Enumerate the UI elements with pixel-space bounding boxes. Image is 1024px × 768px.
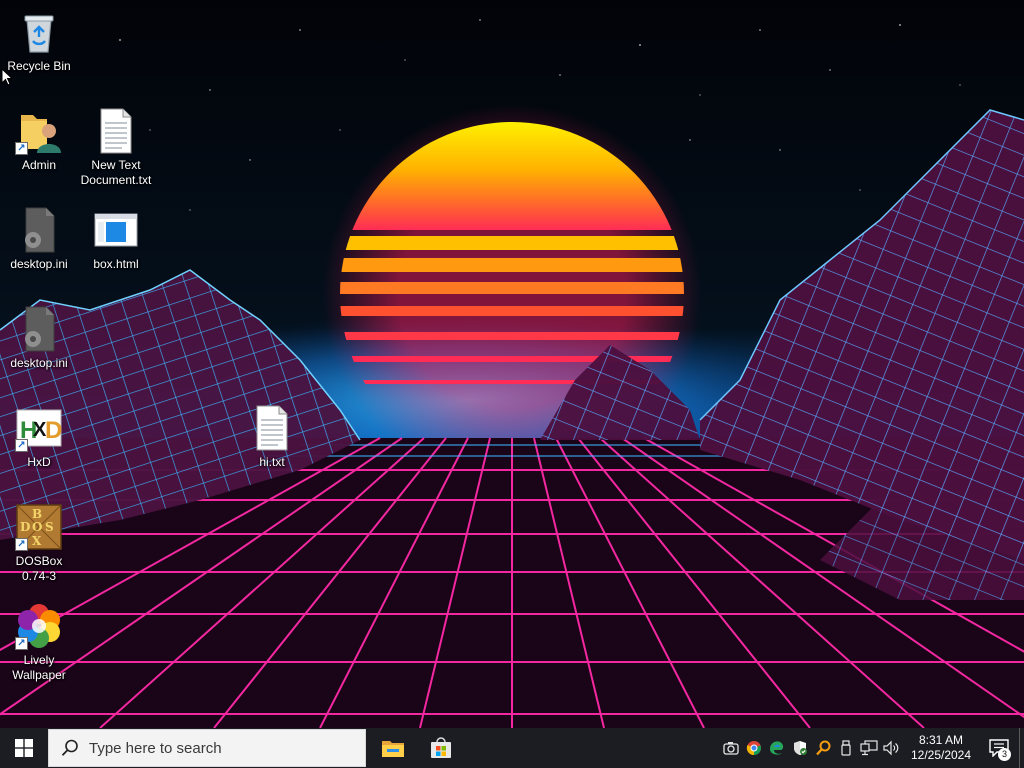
action-center-button[interactable]: 3	[979, 728, 1019, 768]
volume-icon[interactable]	[880, 728, 903, 768]
taskbar-clock[interactable]: 8:31 AM 12/25/2024	[903, 728, 979, 768]
dosbox-app-icon: B D O S X ↗	[15, 503, 63, 551]
desktop-icon-admin[interactable]: ↗ Admin	[1, 107, 77, 173]
svg-text:X: X	[32, 534, 42, 548]
svg-text:O: O	[32, 520, 42, 534]
settings-file-icon	[15, 305, 63, 353]
network-icon[interactable]	[857, 728, 880, 768]
usb-icon[interactable]	[834, 728, 857, 768]
html-file-icon	[92, 206, 140, 254]
user-folder-icon: ↗	[15, 107, 63, 155]
text-document-icon	[92, 107, 140, 155]
camera-icon[interactable]	[719, 728, 742, 768]
desktop-icon-label: HxD	[27, 455, 51, 469]
windows-logo-icon	[15, 739, 33, 757]
lively-wallpaper-app-icon: ↗	[15, 602, 63, 650]
mouse-cursor-icon	[1, 67, 14, 91]
taskbar-app-file-explorer[interactable]	[369, 728, 417, 768]
desktop-icon-desktop-ini-1[interactable]: desktop.ini	[1, 206, 77, 272]
desktop-icon-label: Recycle Bin	[7, 59, 71, 73]
taskbar-app-microsoft-store[interactable]	[417, 728, 465, 768]
svg-text:D: D	[20, 520, 30, 534]
desktop-icon-hi-txt[interactable]: hi.txt	[234, 404, 310, 470]
shortcut-arrow-icon: ↗	[15, 142, 28, 155]
search-tool-icon[interactable]	[811, 728, 834, 768]
recycle-bin-icon	[15, 8, 63, 56]
desktop-icon-new-text-document[interactable]: New Text Document.txt	[78, 107, 154, 188]
desktop-icon-label: desktop.ini	[10, 356, 68, 370]
edge-icon[interactable]	[765, 728, 788, 768]
chrome-icon[interactable]	[742, 728, 765, 768]
desktop-icon-label: Admin	[21, 158, 56, 172]
file-explorer-icon	[382, 741, 404, 757]
desktop-icon-recycle-bin[interactable]: Recycle Bin	[1, 8, 77, 74]
desktop-icon-label: hi.txt	[259, 455, 285, 469]
clock-time: 8:31 AM	[918, 733, 964, 747]
desktop-icon-label: DOSBox 0.74-3	[15, 554, 63, 583]
search-icon	[61, 739, 78, 756]
settings-file-icon	[15, 206, 63, 254]
svg-text:S: S	[45, 520, 54, 534]
shortcut-arrow-icon: ↗	[15, 637, 28, 650]
shortcut-arrow-icon: ↗	[15, 538, 28, 551]
hxd-app-icon: H X D ↗	[15, 404, 63, 452]
svg-text:D: D	[45, 417, 62, 444]
search-placeholder: Type here to search	[89, 739, 222, 757]
desktop-icon-desktop-ini-2[interactable]: desktop.ini	[1, 305, 77, 371]
desktop-icon-dosbox[interactable]: B D O S X ↗ DOSBox 0.74-3	[1, 503, 77, 584]
svg-text:B: B	[32, 507, 42, 521]
text-document-icon	[248, 404, 296, 452]
microsoft-store-icon	[431, 737, 451, 758]
system-tray: 8:31 AM 12/25/2024 3	[719, 728, 1024, 768]
desktop-icon-lively-wallpaper[interactable]: ↗ Lively Wallpaper	[1, 602, 77, 683]
start-button[interactable]	[0, 728, 48, 768]
security-shield-icon[interactable]	[788, 728, 811, 768]
clock-date: 12/25/2024	[910, 748, 972, 762]
show-desktop-button[interactable]	[1019, 728, 1024, 768]
desktop-icon-box-html[interactable]: box.html	[78, 206, 154, 272]
notification-count-badge: 3	[998, 748, 1011, 761]
desktop-icon-label: box.html	[93, 257, 139, 271]
desktop-icon-label: desktop.ini	[10, 257, 68, 271]
desktop-icon-label: Lively Wallpaper	[12, 653, 66, 682]
desktop-icon-hxd[interactable]: H X D ↗ HxD	[1, 404, 77, 470]
shortcut-arrow-icon: ↗	[15, 439, 28, 452]
taskbar-search-box[interactable]: Type here to search	[48, 729, 366, 767]
taskbar: Type here to search 8:31 AM 12/25/2024 3	[0, 728, 1024, 768]
desktop-icon-label: New Text Document.txt	[80, 158, 152, 187]
